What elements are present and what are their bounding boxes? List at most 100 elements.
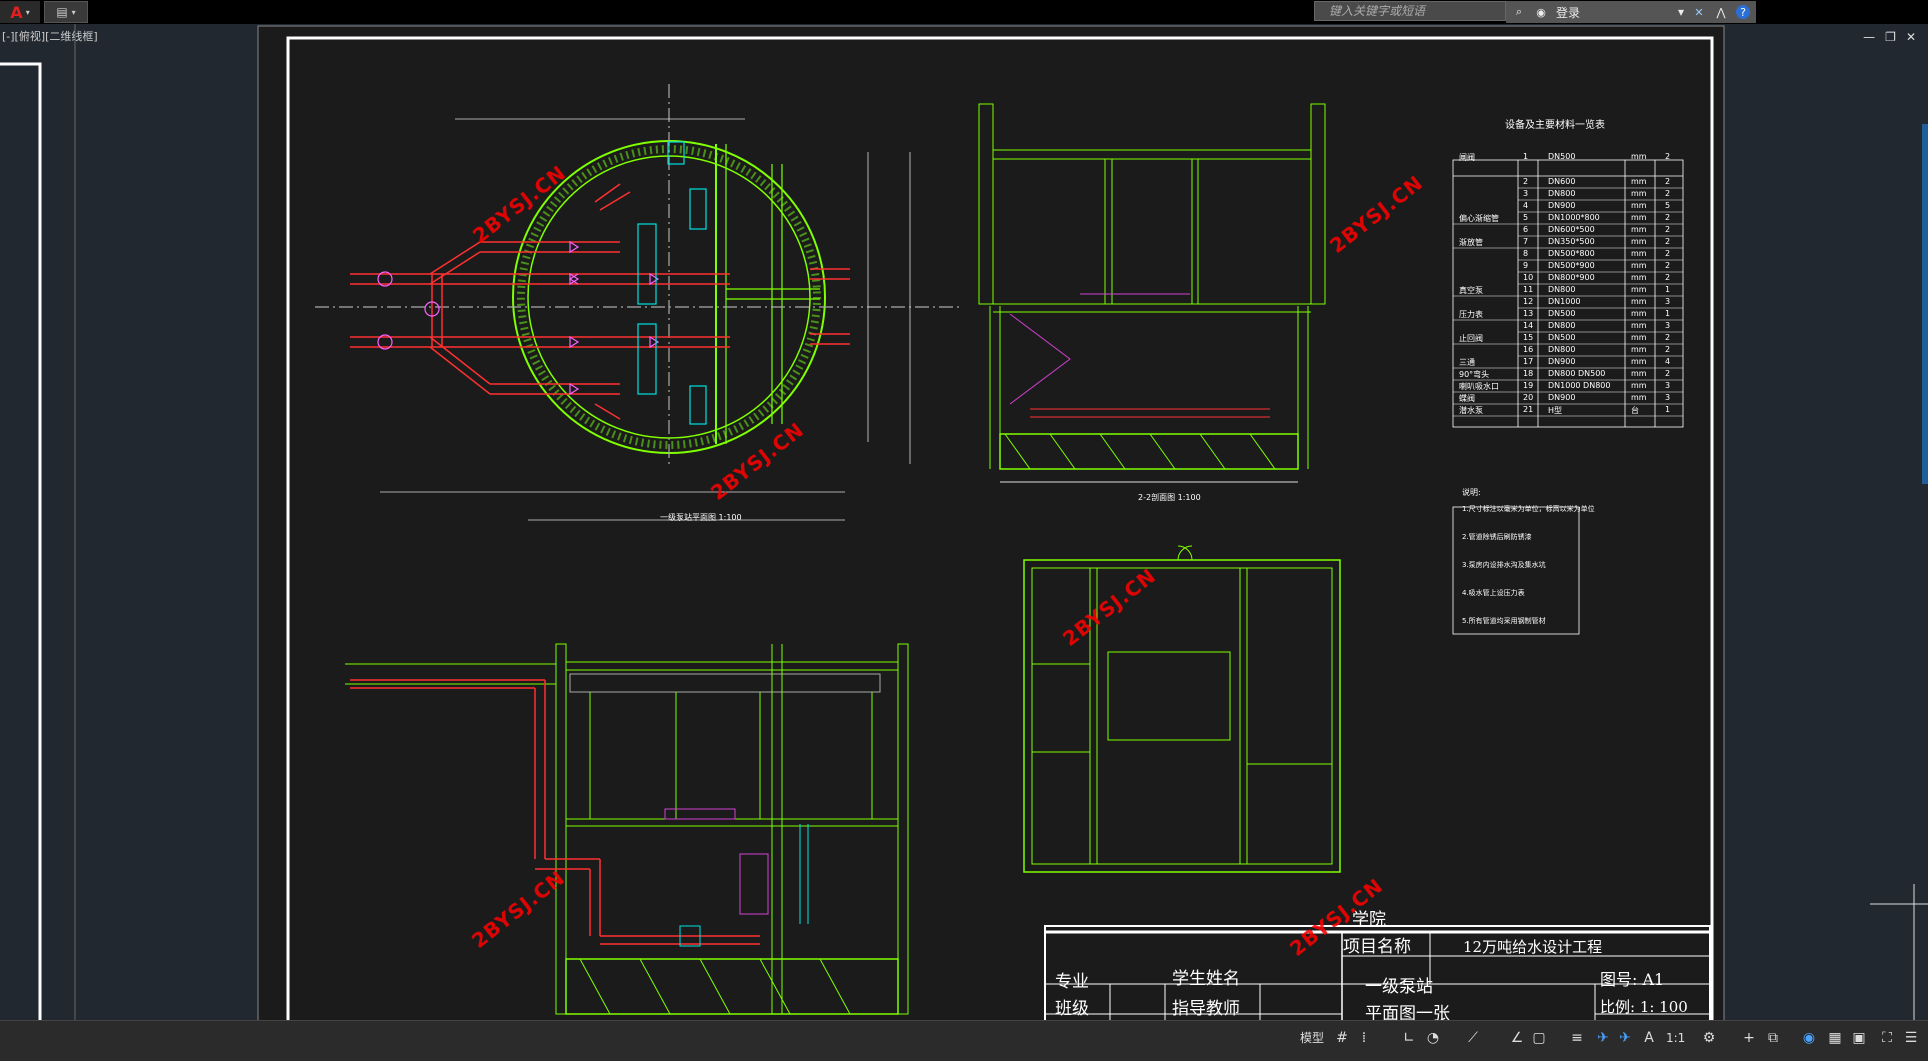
exchange-icon[interactable]: ✕	[1692, 5, 1706, 19]
table-cell: DN800*900	[1548, 273, 1595, 282]
table-row: 蝶阀 20 DN900 mm 3	[1453, 392, 1683, 404]
dynamic-ucs-icon[interactable]: ∠	[1508, 1029, 1526, 1047]
table-row: 90°弯头 18 DN800 DN500 mm 2	[1453, 368, 1683, 380]
table-cell: mm	[1631, 237, 1647, 246]
table-row: 闸阀 1 DN500 mm 2	[1453, 152, 1683, 164]
table-row: 渐放管 7 DN350*500 mm 2	[1453, 236, 1683, 248]
user-icon: ◉	[1536, 5, 1546, 19]
table-cell: DN800	[1548, 345, 1576, 354]
workspace-switch-icon[interactable]: ⧉	[1764, 1029, 1782, 1047]
table-cell: DN600	[1548, 177, 1576, 186]
table-cell: 5	[1523, 213, 1529, 222]
table-cell: 2	[1665, 333, 1671, 342]
table-row: 潜水泵 21 H型 台 1	[1453, 404, 1683, 416]
osnap-icon[interactable]: ⟋	[1464, 1029, 1482, 1047]
annotation-scale-icon[interactable]: A	[1640, 1029, 1658, 1047]
lineweight-icon[interactable]: ≡	[1568, 1029, 1586, 1047]
section-view-title: 2-2剖面图 1:100	[1138, 493, 1201, 502]
help-icon[interactable]: ?	[1736, 5, 1750, 19]
table-cell: 台	[1631, 406, 1639, 415]
auto-scale-icon[interactable]: ✈	[1616, 1029, 1634, 1047]
table-cell: 4	[1523, 201, 1529, 210]
customization-menu-icon[interactable]: ☰	[1902, 1029, 1920, 1047]
table-cell: 2	[1523, 177, 1529, 186]
title-block-project-label: 项目名称	[1343, 937, 1411, 957]
table-cell: DN800 DN500	[1548, 369, 1606, 378]
workspace-icon: ▤	[56, 5, 68, 19]
quick-access-toolbar[interactable]: ▤ ▾	[44, 1, 88, 23]
table-cell: DN500*800	[1548, 249, 1595, 258]
table-row: 8 DN500*800 mm 2	[1453, 248, 1683, 260]
table-cell: 2	[1665, 225, 1671, 234]
plan-view-title: 一级泵站平面图 1:100	[660, 513, 742, 522]
table-cell: mm	[1631, 297, 1647, 306]
notes-list: 1.尺寸标注以毫米为单位，标高以米为单位 2.管道除锈后刷防锈漆 3.泵房内设排…	[1462, 504, 1595, 644]
snap-icon[interactable]: ⁞	[1355, 1029, 1373, 1047]
grid-icon[interactable]: #	[1333, 1029, 1351, 1047]
table-cell: 2	[1665, 261, 1671, 270]
table-cell: 14	[1523, 321, 1534, 330]
table-cell: 1	[1665, 309, 1671, 318]
title-block-teacher: 指导教师	[1172, 999, 1240, 1019]
plus-icon[interactable]: +	[1740, 1029, 1758, 1047]
isolate-icon[interactable]: ◉	[1800, 1029, 1818, 1047]
autodesk360-icon[interactable]: ⋀	[1714, 5, 1728, 19]
model-space-button[interactable]: 模型	[1300, 1029, 1324, 1046]
note-item: 1.尺寸标注以毫米为单位，标高以米为单位	[1462, 505, 1595, 513]
table-cell: 2	[1665, 273, 1671, 282]
table-cell: DN900	[1548, 393, 1576, 402]
table-cell: 16	[1523, 345, 1534, 354]
gear-icon[interactable]: ⚙	[1700, 1029, 1718, 1047]
drawing-viewport[interactable]: [-][俯视][二维线框] — ❐ ✕ 设备及主要材料一览表 闸阀 1 DN50…	[0, 24, 1928, 1020]
table-row: 6 DN600*500 mm 2	[1453, 224, 1683, 236]
table-cell: 13	[1523, 309, 1534, 318]
application-menu-button[interactable]: A ▾	[0, 1, 40, 23]
table-cell: 2	[1665, 237, 1671, 246]
table-cell: 15	[1523, 333, 1534, 342]
table-cell: mm	[1631, 309, 1647, 318]
table-cell: 2	[1665, 213, 1671, 222]
hardware-acceleration-icon[interactable]: ▦	[1826, 1029, 1844, 1047]
annotation-visibility-icon[interactable]: ✈	[1594, 1029, 1612, 1047]
table-cell: 19	[1523, 381, 1534, 390]
table-cell: 2	[1665, 249, 1671, 258]
autocad-logo-icon: A	[10, 2, 23, 22]
table-cell: mm	[1631, 225, 1647, 234]
annotation-scale-value[interactable]: 1:1	[1666, 1031, 1685, 1045]
table-cell: 3	[1665, 321, 1671, 330]
chevron-down-icon[interactable]: ▾	[1678, 5, 1684, 19]
title-block-scale: 比例: 1: 100	[1600, 998, 1688, 1016]
table-cell: 6	[1523, 225, 1529, 234]
table-row: 9 DN500*900 mm 2	[1453, 260, 1683, 272]
clean-screen-icon[interactable]: ▣	[1850, 1029, 1868, 1047]
table-cell: DN900	[1548, 201, 1576, 210]
table-cell: DN500	[1548, 309, 1576, 318]
table-cell: 3	[1665, 297, 1671, 306]
table-cell: DN800	[1548, 285, 1576, 294]
table-row: 10 DN800*900 mm 2	[1453, 272, 1683, 284]
fullscreen-icon[interactable]: ⛶	[1878, 1029, 1896, 1047]
table-cell: mm	[1631, 273, 1647, 282]
table-cell: mm	[1631, 177, 1647, 186]
table-cell: DN900	[1548, 357, 1576, 366]
search-input[interactable]: 键入关键字或短语	[1314, 1, 1506, 21]
table-cell: DN500	[1548, 152, 1576, 161]
polar-icon[interactable]: ◔	[1424, 1029, 1442, 1047]
login-button[interactable]: 登录	[1556, 4, 1580, 21]
binoculars-icon[interactable]: ⌕	[1512, 5, 1526, 19]
table-cell: mm	[1631, 152, 1647, 161]
table-cell: H型	[1548, 406, 1563, 415]
selection-icon[interactable]: ▢	[1530, 1029, 1548, 1047]
table-cell: 止回阀	[1459, 334, 1483, 343]
table-cell: 21	[1523, 405, 1534, 414]
table-cell: 2	[1665, 189, 1671, 198]
table-cell: DN500	[1548, 333, 1576, 342]
table-cell: 17	[1523, 357, 1534, 366]
ortho-icon[interactable]: ∟	[1400, 1029, 1418, 1047]
table-cell: DN800	[1548, 321, 1576, 330]
table-cell: DN500*900	[1548, 261, 1595, 270]
table-cell: 三通	[1459, 358, 1475, 367]
table-cell: 5	[1665, 201, 1671, 210]
table-cell: 10	[1523, 273, 1534, 282]
table-cell: 8	[1523, 249, 1529, 258]
